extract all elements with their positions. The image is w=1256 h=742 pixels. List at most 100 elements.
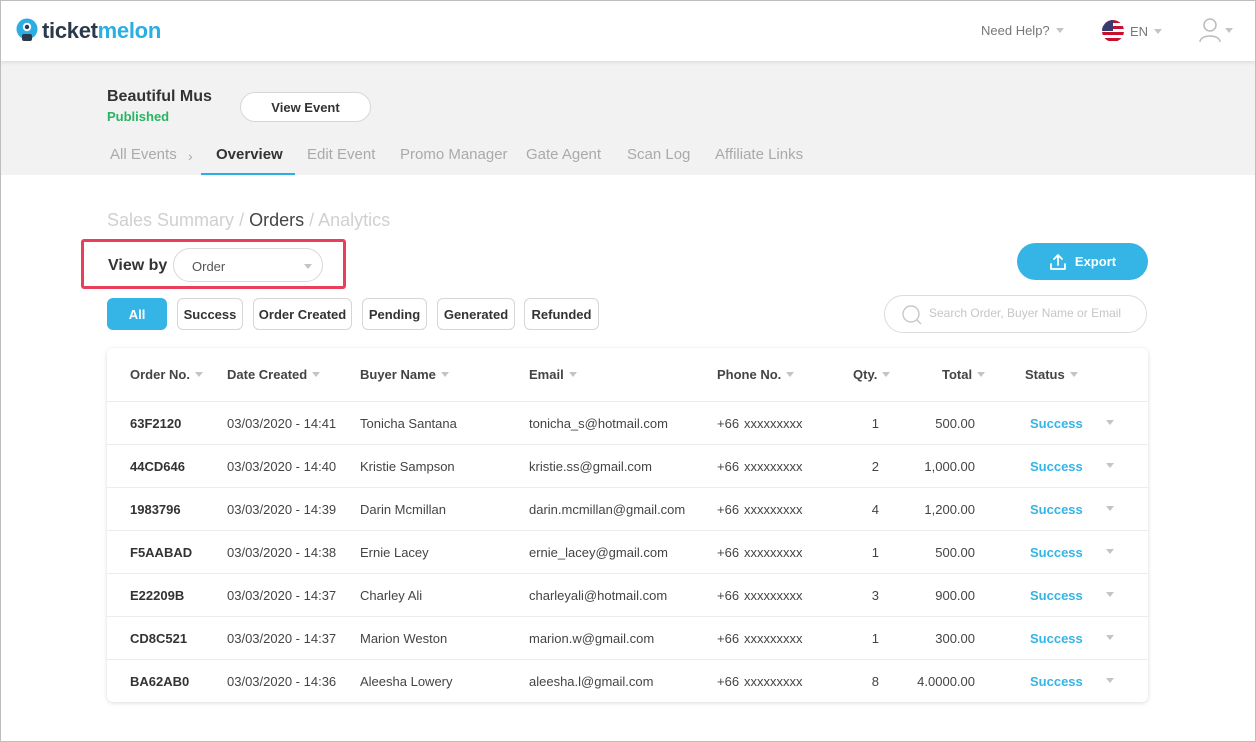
user-icon (1199, 18, 1221, 43)
order-number[interactable]: 63F2120 (130, 416, 181, 431)
search-icon (902, 305, 922, 325)
nav-promo-manager[interactable]: Promo Manager (400, 146, 508, 163)
quantity: 3 (871, 588, 879, 603)
nav-gate-agent[interactable]: Gate Agent (526, 146, 601, 163)
total: 500.00 (935, 545, 975, 560)
order-number[interactable]: 1983796 (130, 502, 181, 517)
phone-code: +66 (717, 631, 740, 646)
buyer-email: ernie_lacey@gmail.com (529, 545, 668, 560)
export-label: Export (1074, 254, 1117, 269)
table-row[interactable]: CD8C521 03/03/2020 - 14:37 Marion Weston… (107, 616, 1148, 659)
logo-text-ticket: ticket (42, 18, 98, 43)
status-badge: Success (1030, 459, 1083, 474)
phone-number: xxxxxxxxx (744, 631, 803, 646)
status-badge: Success (1030, 674, 1083, 689)
buyer-email: charleyali@hotmail.com (529, 588, 668, 603)
column-header-date-created[interactable]: Date Created (227, 367, 321, 382)
nav-affiliate-links[interactable]: Affiliate Links (715, 146, 803, 163)
orders-table: Order No. Date Created Buyer Name Email … (107, 348, 1148, 702)
tab-sales-summary[interactable]: Sales Summary (107, 210, 234, 230)
column-header-order-no[interactable]: Order No. (130, 367, 203, 382)
export-button[interactable]: Export (1017, 243, 1148, 280)
expand-row-icon[interactable] (1106, 635, 1114, 640)
column-header-status[interactable]: Status (1025, 367, 1078, 382)
sort-icon (1069, 372, 1078, 377)
expand-row-icon[interactable] (1106, 463, 1114, 468)
buyer-name: Charley Ali (360, 588, 423, 603)
filter-refunded[interactable]: Refunded (524, 298, 599, 330)
nav-active-indicator (201, 173, 295, 175)
language-label: EN (1130, 23, 1149, 39)
buyer-email: marion.w@gmail.com (529, 631, 655, 646)
buyer-email: darin.mcmillan@gmail.com (529, 502, 686, 517)
order-number[interactable]: CD8C521 (130, 631, 187, 646)
table-row[interactable]: E22209B 03/03/2020 - 14:37 Charley Ali c… (107, 573, 1148, 616)
table-row[interactable]: 1983796 03/03/2020 - 14:39 Darin Mcmilla… (107, 487, 1148, 530)
expand-row-icon[interactable] (1106, 592, 1114, 597)
language-selector[interactable]: EN (1102, 20, 1163, 42)
app-window: ticketmelon Need Help? EN Beautiful Mus … (0, 0, 1256, 742)
view-by-select[interactable]: Order (173, 248, 323, 282)
column-header-qty[interactable]: Qty. (853, 367, 891, 382)
nav-all-events[interactable]: All Events (110, 146, 177, 163)
tab-analytics[interactable]: Analytics (318, 210, 390, 230)
column-header-phone-no[interactable]: Phone No. (717, 367, 795, 382)
need-help-label: Need Help? (981, 23, 1050, 38)
table-row[interactable]: BA62AB0 03/03/2020 - 14:36 Aleesha Lower… (107, 659, 1148, 702)
quantity: 2 (871, 459, 879, 474)
column-header-buyer-name[interactable]: Buyer Name (360, 367, 449, 382)
filter-success[interactable]: Success (177, 298, 243, 330)
order-number[interactable]: BA62AB0 (130, 674, 189, 689)
expand-row-icon[interactable] (1106, 549, 1114, 554)
expand-row-icon[interactable] (1106, 506, 1114, 511)
date-created: 03/03/2020 - 14:41 (227, 416, 337, 431)
tab-separator: / (239, 210, 245, 230)
nav-scan-log[interactable]: Scan Log (627, 146, 690, 163)
phone-number: xxxxxxxxx (744, 459, 803, 474)
table-row[interactable]: 63F2120 03/03/2020 - 14:41 Tonicha Santa… (107, 401, 1148, 444)
phone-number: xxxxxxxxx (744, 502, 803, 517)
search-input[interactable] (929, 306, 1139, 320)
table-row[interactable]: F5AABAD 03/03/2020 - 14:38 Ernie Lacey e… (107, 530, 1148, 573)
view-event-button[interactable]: View Event (240, 92, 371, 122)
event-nav: All Events › Overview Edit Event Promo M… (1, 139, 1255, 175)
tab-orders[interactable]: Orders (249, 210, 304, 230)
sort-icon (786, 372, 795, 377)
ticketmelon-logo[interactable]: ticketmelon (15, 17, 161, 45)
order-number[interactable]: F5AABAD (130, 545, 192, 560)
status-badge: Success (1030, 588, 1083, 603)
tab-separator: / (309, 210, 315, 230)
filter-all[interactable]: All (107, 298, 167, 330)
buyer-name: Marion Weston (360, 631, 448, 646)
top-bar: ticketmelon Need Help? EN (1, 1, 1255, 61)
user-menu[interactable] (1199, 17, 1233, 43)
buyer-email: aleesha.l@gmail.com (529, 674, 654, 689)
expand-row-icon[interactable] (1106, 420, 1114, 425)
column-header-email[interactable]: Email (529, 367, 577, 382)
status-badge: Success (1030, 631, 1083, 646)
table-row[interactable]: 44CD646 03/03/2020 - 14:40 Kristie Samps… (107, 444, 1148, 487)
filter-order-created[interactable]: Order Created (253, 298, 352, 330)
nav-overview[interactable]: Overview (216, 146, 283, 163)
chevron-down-icon (1055, 28, 1064, 33)
chevron-down-icon (1154, 28, 1163, 34)
filter-generated[interactable]: Generated (437, 298, 515, 330)
expand-row-icon[interactable] (1106, 678, 1114, 683)
phone-number: xxxxxxxxx (744, 588, 803, 603)
filter-pending[interactable]: Pending (362, 298, 427, 330)
quantity: 1 (871, 545, 879, 560)
phone-number: xxxxxxxxx (744, 416, 803, 431)
buyer-name: Ernie Lacey (360, 545, 429, 560)
search-box (884, 295, 1147, 333)
total: 300.00 (935, 631, 975, 646)
column-header-total[interactable]: Total (942, 367, 986, 382)
date-created: 03/03/2020 - 14:38 (227, 545, 337, 560)
status-badge: Success (1030, 416, 1083, 431)
order-number[interactable]: 44CD646 (130, 459, 185, 474)
nav-edit-event[interactable]: Edit Event (307, 146, 375, 163)
chevron-down-icon (1225, 27, 1233, 33)
need-help-menu[interactable]: Need Help? (981, 23, 1064, 38)
status-badge: Success (1030, 545, 1083, 560)
order-number[interactable]: E22209B (130, 588, 184, 603)
buyer-name: Kristie Sampson (360, 459, 455, 474)
